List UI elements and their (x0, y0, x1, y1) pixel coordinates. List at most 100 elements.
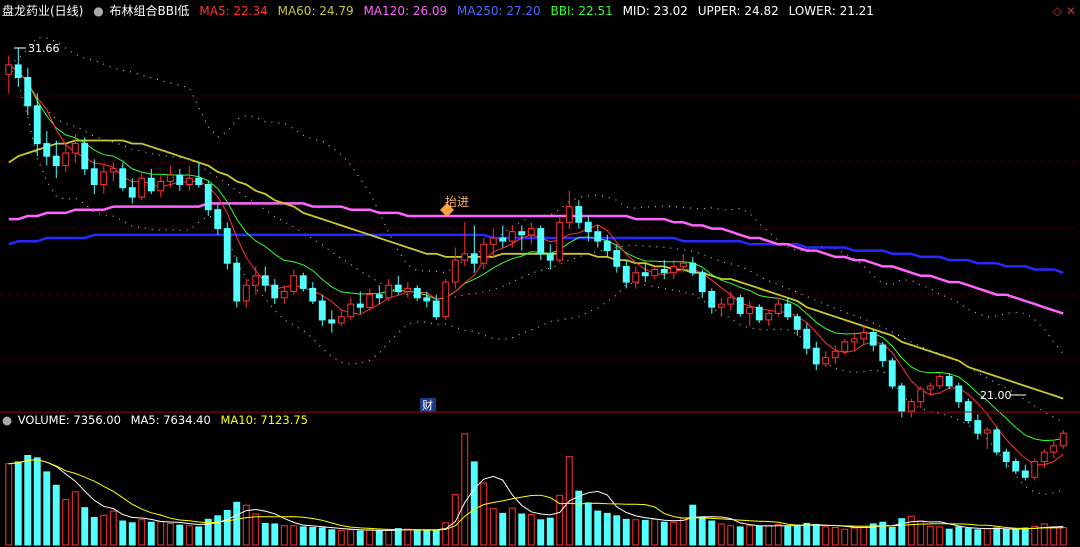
volume-bar-79[interactable] (755, 525, 763, 546)
volume-bar-101[interactable] (964, 528, 972, 546)
candle-111[interactable] (1059, 430, 1067, 449)
stock-chart[interactable]: 31.66 21.00 抬进 财 (0, 0, 1080, 547)
candle-74[interactable] (708, 288, 716, 314)
candle-42[interactable] (404, 282, 412, 298)
candle-20[interactable] (195, 162, 203, 188)
volume-bar-8[interactable] (81, 507, 89, 546)
volume-bar-105[interactable] (1002, 528, 1010, 546)
candle-52[interactable] (499, 225, 507, 248)
volume-bar-94[interactable] (898, 518, 906, 546)
volume-bar-55[interactable] (527, 514, 535, 546)
volume-bar-34[interactable] (328, 529, 336, 546)
candle-24[interactable] (233, 256, 241, 308)
volume-bar-4[interactable] (43, 471, 51, 546)
candle-85[interactable] (812, 341, 820, 371)
volume-bar-49[interactable] (470, 461, 478, 546)
candle-108[interactable] (1031, 458, 1039, 481)
candle-98[interactable] (936, 373, 944, 390)
candle-35[interactable] (337, 310, 345, 327)
candle-95[interactable] (907, 398, 915, 418)
volume-bar-42[interactable] (404, 528, 412, 546)
volume-bar-38[interactable] (366, 529, 374, 546)
volume-bar-82[interactable] (784, 525, 792, 546)
candle-1[interactable] (14, 47, 22, 87)
candle-2[interactable] (24, 68, 32, 116)
volume-bar-62[interactable] (594, 510, 602, 546)
volume-bar-90[interactable] (860, 525, 868, 546)
candle-29[interactable] (280, 285, 288, 305)
candle-87[interactable] (831, 345, 839, 364)
volume-bar-93[interactable] (888, 527, 896, 546)
candle-107[interactable] (1021, 464, 1029, 481)
volume-bar-14[interactable] (138, 519, 146, 546)
candle-75[interactable] (717, 297, 725, 317)
volume-bar-41[interactable] (394, 528, 402, 546)
candle-16[interactable] (157, 175, 165, 198)
volume-bar-70[interactable] (670, 521, 678, 546)
volume-bars[interactable] (5, 433, 1067, 546)
volume-bar-110[interactable] (1050, 526, 1058, 546)
volume-bar-54[interactable] (518, 513, 526, 546)
candle-0[interactable] (5, 55, 13, 94)
volume-bar-102[interactable] (974, 529, 982, 546)
volume-bar-48[interactable] (461, 433, 469, 546)
volume-bar-40[interactable] (385, 529, 393, 546)
candle-18[interactable] (176, 168, 184, 191)
candle-12[interactable] (119, 162, 127, 191)
candle-49[interactable] (470, 225, 478, 273)
candle-4[interactable] (43, 131, 51, 166)
candle-104[interactable] (993, 426, 1001, 456)
candle-36[interactable] (347, 297, 355, 320)
candle-10[interactable] (100, 165, 108, 194)
candle-55[interactable] (527, 222, 535, 245)
candle-90[interactable] (860, 326, 868, 345)
volume-bar-13[interactable] (128, 522, 136, 546)
volume-bar-53[interactable] (508, 507, 516, 546)
candle-47[interactable] (451, 247, 459, 289)
volume-bar-7[interactable] (71, 491, 79, 546)
volume-bar-17[interactable] (166, 522, 174, 546)
volume-bar-88[interactable] (841, 528, 849, 546)
volume-bar-16[interactable] (157, 521, 165, 546)
volume-bar-22[interactable] (214, 515, 222, 546)
volume-bar-47[interactable] (451, 494, 459, 546)
volume-bar-103[interactable] (983, 528, 991, 546)
candle-28[interactable] (271, 279, 279, 305)
candle-9[interactable] (90, 159, 98, 194)
diamond-icon[interactable]: ◇ (1053, 4, 1062, 18)
volume-bar-6[interactable] (62, 498, 70, 546)
volume-bar-11[interactable] (109, 510, 117, 546)
candle-11[interactable] (109, 162, 117, 182)
volume-bar-24[interactable] (233, 501, 241, 546)
volume-bar-97[interactable] (926, 525, 934, 546)
candle-48[interactable] (461, 222, 469, 267)
volume-bar-33[interactable] (318, 527, 326, 546)
volume-bar-111[interactable] (1059, 527, 1067, 546)
volume-bar-71[interactable] (679, 517, 687, 546)
volume-bar-15[interactable] (147, 521, 155, 546)
candle-31[interactable] (299, 272, 307, 292)
candle-8[interactable] (81, 137, 89, 176)
candle-79[interactable] (755, 304, 763, 323)
candle-21[interactable] (204, 181, 212, 216)
volume-bar-99[interactable] (945, 528, 953, 546)
candle-99[interactable] (945, 373, 953, 390)
candle-78[interactable] (746, 301, 754, 327)
candle-30[interactable] (290, 269, 298, 295)
volume-bar-89[interactable] (850, 527, 858, 546)
volume-bar-57[interactable] (546, 517, 554, 546)
volume-panel[interactable] (5, 433, 1067, 546)
candle-83[interactable] (793, 313, 801, 336)
volume-bar-27[interactable] (261, 522, 269, 546)
volume-bar-2[interactable] (24, 455, 32, 546)
volume-bar-32[interactable] (309, 527, 317, 546)
candle-72[interactable] (689, 256, 697, 276)
candle-14[interactable] (138, 171, 146, 201)
candle-5[interactable] (52, 140, 60, 179)
volume-bar-80[interactable] (765, 525, 773, 546)
volume-bar-30[interactable] (290, 525, 298, 546)
volume-bar-3[interactable] (33, 457, 41, 546)
volume-bar-63[interactable] (603, 512, 611, 546)
volume-bar-64[interactable] (613, 515, 621, 546)
candle-58[interactable] (556, 216, 564, 264)
